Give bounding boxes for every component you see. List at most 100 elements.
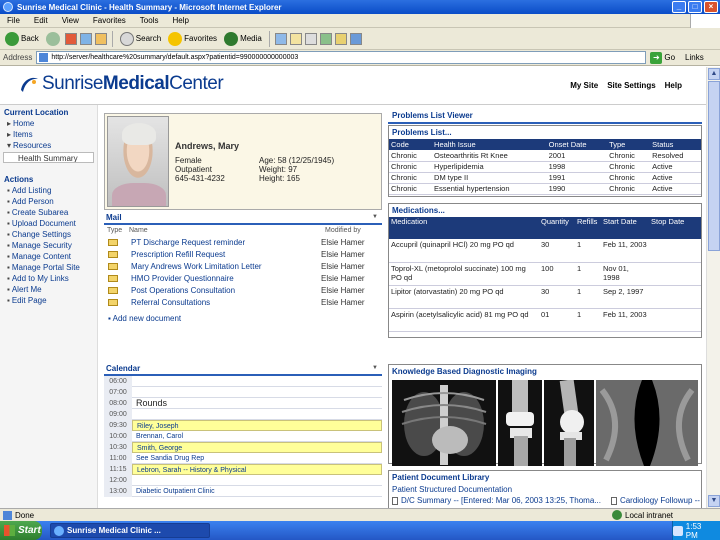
action-change-settings[interactable]: ▪ Change Settings <box>0 229 97 240</box>
mail-item[interactable]: Mary Andrews Work Limitation Letter Elsie… <box>104 260 382 272</box>
back-button[interactable]: Back <box>3 31 41 47</box>
task-label: Sunrise Medical Clinic ... <box>67 526 161 535</box>
stop-icon[interactable] <box>64 32 77 45</box>
scroll-down-icon[interactable]: ▼ <box>708 495 720 507</box>
action-upload-document[interactable]: ▪ Upload Document <box>0 218 97 229</box>
action-add-person[interactable]: ▪ Add Person <box>0 196 97 207</box>
column-header[interactable]: Code <box>389 139 433 150</box>
column-header[interactable]: Onset Date <box>546 139 608 150</box>
scroll-thumb[interactable] <box>708 81 720 251</box>
calendar-event[interactable]: Rounds <box>132 398 382 409</box>
column-header[interactable]: Status <box>650 139 701 150</box>
table-row[interactable]: Aspirin (acetylsalicylic acid) 81 mg PO … <box>389 308 701 332</box>
media-button[interactable]: Media <box>222 31 264 47</box>
table-row[interactable]: Chronic Hyperlipidemia 1998 Chronic Active <box>389 161 701 173</box>
action-add-listing[interactable]: ▪ Add Listing <box>0 185 97 196</box>
panel-menu-icon[interactable]: ▼ <box>372 212 378 223</box>
discuss-icon[interactable] <box>334 32 347 45</box>
menu-file[interactable]: File <box>0 16 27 25</box>
knee-xray-side-image[interactable] <box>544 380 594 466</box>
knee-xray-front-image[interactable] <box>498 380 542 466</box>
site-settings-link[interactable]: Site Settings <box>607 81 655 90</box>
calendar-event[interactable]: Smith, George <box>132 441 382 453</box>
library-doc-1[interactable]: D/C Summary -- [Entered: Mar 06, 2003 13… <box>392 496 601 505</box>
favorites-button[interactable]: Favorites <box>166 31 219 47</box>
search-button[interactable]: Search <box>118 31 163 47</box>
menu-view[interactable]: View <box>55 16 86 25</box>
column-header[interactable]: Quantity <box>539 217 575 239</box>
table-row[interactable]: Toprol-XL (metoprolol succinate) 100 mg … <box>389 262 701 286</box>
column-header[interactable]: Health Issue <box>432 139 547 150</box>
calendar-event[interactable]: Riley, Joseph <box>132 419 382 431</box>
nav-item-items[interactable]: ▸ Items <box>0 129 97 140</box>
calendar-event <box>132 387 382 398</box>
action-label: Add Listing <box>11 186 52 195</box>
close-button[interactable]: × <box>704 1 718 13</box>
table-row[interactable]: Accupril (quinapril HCl) 20 mg PO qd 30 1 F… <box>389 239 701 263</box>
menu-favorites[interactable]: Favorites <box>86 16 133 25</box>
column-header[interactable]: Start Date <box>601 217 649 239</box>
library-doc-label: Cardiology Followup -- [Entered: Jan 06,… <box>619 496 701 505</box>
action-alert-me[interactable]: ▪ Alert Me <box>0 284 97 295</box>
calendar-event[interactable]: Diabetic Outpatient Clinic <box>132 486 382 497</box>
action-label: Manage Security <box>11 241 72 250</box>
start-button[interactable]: Start <box>0 521 42 540</box>
chest-xray-image[interactable] <box>392 380 496 466</box>
help-link[interactable]: Help <box>665 81 682 90</box>
menu-tools[interactable]: Tools <box>133 16 166 25</box>
column-header[interactable]: Medication <box>389 217 539 239</box>
nav-item-resources[interactable]: ▾ Resources <box>0 140 97 151</box>
menu-edit[interactable]: Edit <box>27 16 55 25</box>
page-scrollbar[interactable]: ▲ ▼ <box>706 67 720 508</box>
action-edit-page[interactable]: ▪ Edit Page <box>0 295 97 306</box>
menu-help[interactable]: Help <box>165 16 195 25</box>
taskbar-ie-window[interactable]: Sunrise Medical Clinic ... <box>50 523 210 538</box>
history-icon[interactable] <box>274 32 287 45</box>
table-row[interactable]: Chronic Essential hypertension 1990 Chronic… <box>389 183 701 195</box>
table-row[interactable]: Lipitor (atorvastatin) 20 mg PO qd 30 1 Sep… <box>389 285 701 309</box>
mail-item[interactable]: HMO Provider Questionnaire Elsie Hamer <box>104 272 382 284</box>
maximize-button[interactable]: □ <box>688 1 702 13</box>
library-doc-label: D/C Summary -- [Entered: Mar 06, 2003 13… <box>401 496 601 505</box>
mail-item[interactable]: Referral Consultations Elsie Hamer <box>104 296 382 308</box>
edit-icon[interactable] <box>319 32 332 45</box>
home-icon[interactable] <box>94 32 107 45</box>
messenger-icon[interactable] <box>349 32 362 45</box>
calendar-event[interactable]: Brennan, Carol <box>132 431 382 442</box>
calendar-event[interactable]: See Sandia Drug Rep <box>132 453 382 464</box>
mail-item[interactable]: Post Operations Consultation Elsie Hamer <box>104 284 382 296</box>
mail-item[interactable]: PT Discharge Request reminder Elsie Hamer <box>104 236 382 248</box>
links-button[interactable]: Links <box>685 53 704 62</box>
calendar-event[interactable]: Lebron, Sarah -- History & Physical <box>132 463 382 475</box>
add-new-document-link[interactable]: ▪ Add new document <box>104 308 382 329</box>
action-manage-content[interactable]: ▪ Manage Content <box>0 251 97 262</box>
nav-item-health-summary[interactable]: Health Summary <box>3 152 94 163</box>
nav-item-home[interactable]: ▸ Home <box>0 118 97 129</box>
mail-icon[interactable] <box>289 32 302 45</box>
action-add-to-my-links[interactable]: ▪ Add to My Links <box>0 273 97 284</box>
my-site-link[interactable]: My Site <box>570 81 598 90</box>
column-header[interactable]: Stop Date <box>649 217 701 239</box>
forward-button[interactable] <box>44 31 62 47</box>
address-input[interactable]: http://server/healthcare%20summary/defau… <box>36 51 647 64</box>
action-manage-security[interactable]: ▪ Manage Security <box>0 240 97 251</box>
table-row[interactable]: Chronic DM type II 1991 Chronic Active <box>389 172 701 184</box>
site-logo[interactable]: SunriseMedicalCenter <box>18 73 224 95</box>
volume-icon[interactable] <box>673 525 683 536</box>
go-button[interactable]: ➜ Go <box>650 51 675 64</box>
column-header[interactable]: Refills <box>575 217 601 239</box>
panel-menu-icon[interactable]: ▼ <box>372 363 378 374</box>
table-row[interactable]: Chronic Osteoarthritis Rt Knee 2001 Chronic… <box>389 150 701 162</box>
mammogram-image[interactable] <box>596 380 698 466</box>
minimize-button[interactable]: _ <box>672 1 686 13</box>
print-icon[interactable] <box>304 32 317 45</box>
scroll-up-icon[interactable]: ▲ <box>708 68 720 80</box>
action-create-subarea[interactable]: ▪ Create Subarea <box>0 207 97 218</box>
action-manage-portal-site[interactable]: ▪ Manage Portal Site <box>0 262 97 273</box>
mail-item[interactable]: Prescription Refill Request Elsie Hamer <box>104 248 382 260</box>
menu-bar: File Edit View Favorites Tools Help <box>0 14 720 28</box>
actions-heading: Actions <box>4 175 34 184</box>
column-header[interactable]: Type <box>607 139 651 150</box>
refresh-icon[interactable] <box>79 32 92 45</box>
library-doc-2[interactable]: Cardiology Followup -- [Entered: Jan 06,… <box>610 496 701 505</box>
